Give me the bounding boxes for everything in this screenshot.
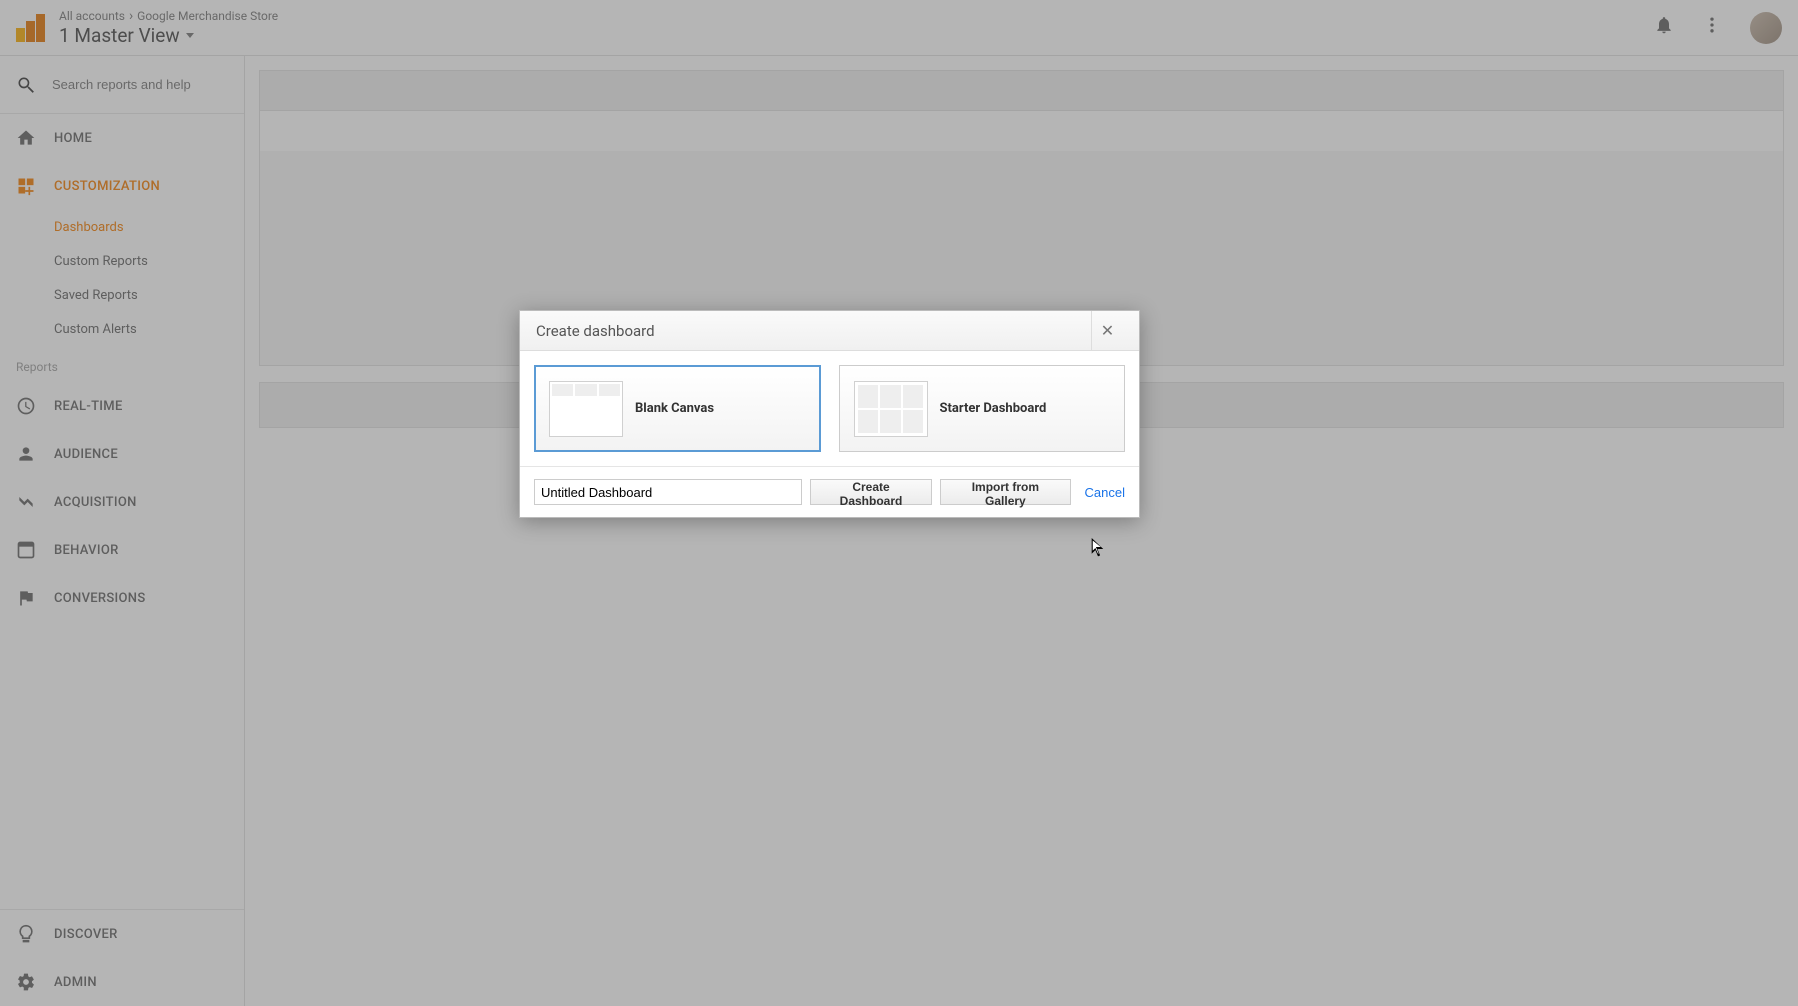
create-dashboard-dialog: Create dashboard ✕ Blank Canvas Starter …	[519, 310, 1140, 518]
template-starter-dashboard[interactable]: Starter Dashboard	[839, 365, 1126, 452]
cancel-button[interactable]: Cancel	[1085, 485, 1125, 500]
close-icon: ✕	[1101, 321, 1114, 340]
blank-canvas-label: Blank Canvas	[635, 401, 714, 416]
dialog-title: Create dashboard	[536, 322, 655, 340]
template-blank-canvas[interactable]: Blank Canvas	[534, 365, 821, 452]
create-dashboard-button[interactable]: Create Dashboard	[810, 479, 933, 505]
starter-dashboard-thumb-icon	[854, 381, 928, 437]
import-from-gallery-button[interactable]: Import from Gallery	[940, 479, 1070, 505]
starter-dashboard-label: Starter Dashboard	[940, 401, 1047, 416]
dashboard-name-input[interactable]	[534, 479, 802, 505]
dialog-title-bar: Create dashboard ✕	[520, 311, 1139, 351]
close-button[interactable]: ✕	[1091, 311, 1123, 351]
blank-canvas-thumb-icon	[549, 381, 623, 437]
